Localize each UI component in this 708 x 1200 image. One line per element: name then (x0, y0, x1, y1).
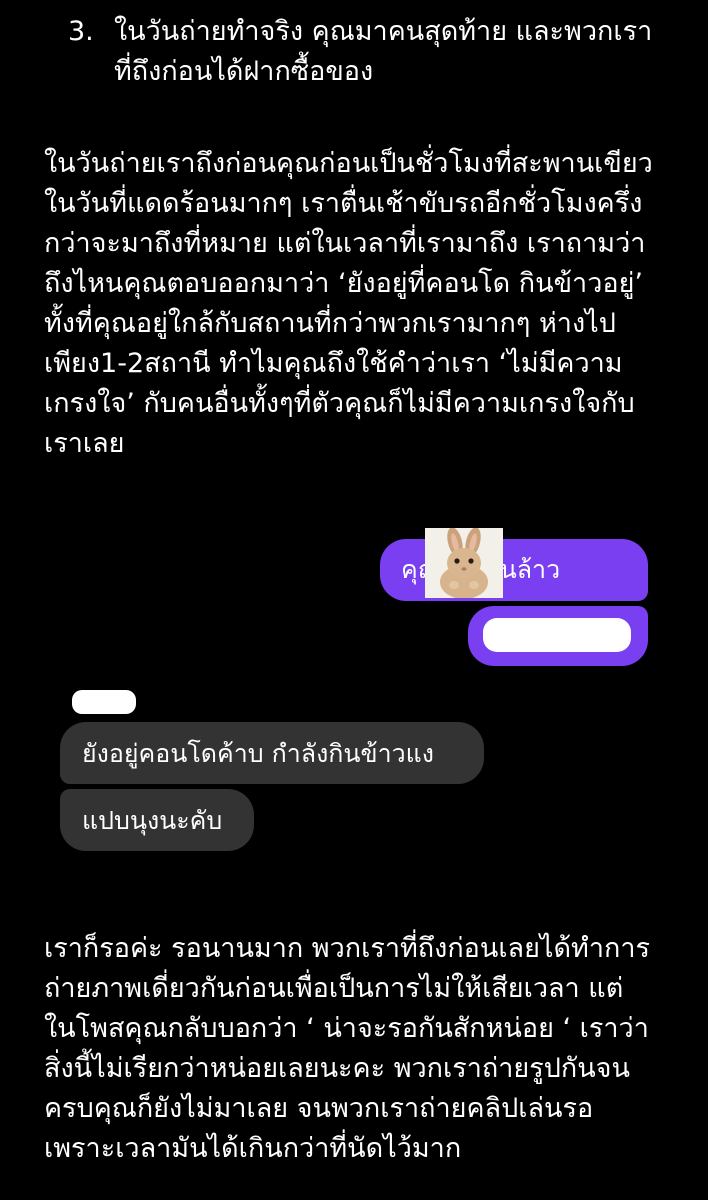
received-message-bubble[interactable]: ยังอยู่คอนโดค้าบ กำลังกินข้าวแง (60, 722, 484, 784)
paragraph-line: เราก็รอค่ะ รอนานมาก พวกเราที่ถึงก่อนเลยไ… (44, 933, 651, 964)
paragraph-line: ทั้งที่คุณอยู่ใกล้กับสถานที่กว่าพวกเรามา… (44, 308, 616, 339)
paragraph-2: เราก็รอค่ะ รอนานมาก พวกเราที่ถึงก่อนเลยไ… (44, 929, 684, 1169)
rabbit-left-eye (454, 558, 460, 564)
item-line: ที่ถึงก่อนได้ฝากซื้อของ (114, 56, 374, 87)
rabbit-sticker[interactable] (425, 528, 503, 598)
paragraph-line: ถ่ายภาพเดี่ยวกันก่อนเพื่อเป็นการไม่ให้เส… (44, 973, 624, 1004)
paragraph-line: ในวันถ่ายเราถึงก่อนคุณก่อนเป็นชั่วโมงที่… (44, 148, 653, 179)
item-number: 3. (68, 16, 94, 47)
sent-message-bubble-redacted[interactable] (468, 606, 648, 666)
sender-name-redaction (72, 690, 136, 714)
paragraph-line: ครบคุณก็ยังไม่มาเลย จนพวกเราถ่ายคลิปเล่น… (44, 1093, 594, 1124)
item-line: ในวันถ่ายทำจริง คุณมาคนสุดท้าย และพวกเรา (114, 16, 653, 47)
rabbit-right-eye (468, 558, 474, 564)
rabbit-nose (461, 567, 467, 571)
paragraph-line: ถึงไหนคุณตอบออกมาว่า ‘ยังอยู่ที่คอนโด กิ… (44, 268, 643, 299)
paragraph-line: ในโพสคุณกลับบอกว่า ‘ น่าจะรอกันสักหน่อย … (44, 1013, 649, 1044)
rabbit-left-paw (449, 581, 459, 589)
redaction-mark (483, 618, 631, 652)
received-message-text: แปบนุงนะคับ (82, 806, 223, 835)
received-message-bubble[interactable]: แปบนุงนะคับ (60, 789, 254, 851)
paragraph-line: กว่าจะมาถึงที่หมาย แต่ในเวลาที่เรามาถึง … (44, 228, 646, 259)
sent-message-bubble[interactable]: คุณอยู่ไหนล้าว (380, 539, 648, 601)
paragraph-line: เกรงใจ’ กับคนอื่นทั้งๆที่ตัวคุณก็ไม่มีคว… (44, 388, 635, 419)
numbered-item-3: 3. ในวันถ่ายทำจริง คุณมาคนสุดท้าย และพวก… (68, 12, 688, 92)
rabbit-right-paw (469, 581, 479, 589)
paragraph-1: ในวันถ่ายเราถึงก่อนคุณก่อนเป็นชั่วโมงที่… (44, 144, 684, 464)
paragraph-line: สิ่งนี้ไม่เรียกว่าหน่อยเลยนะคะ พวกเราถ่า… (44, 1053, 630, 1084)
paragraph-line: เพราะเวลามันได้เกินกว่าที่นัดไว้มาก (44, 1133, 462, 1164)
rabbit-head (447, 548, 481, 578)
paragraph-line: ในวันที่แดดร้อนมากๆ เราตื่นเช้าขับรถอีกช… (44, 188, 643, 219)
received-message-text: ยังอยู่คอนโดค้าบ กำลังกินข้าวแง (82, 739, 435, 768)
paragraph-line: เราเลย (44, 428, 125, 459)
paragraph-line: เพียง1-2สถานี ทำไมคุณถึงใช้คำว่าเรา ‘ไม่… (44, 348, 623, 379)
